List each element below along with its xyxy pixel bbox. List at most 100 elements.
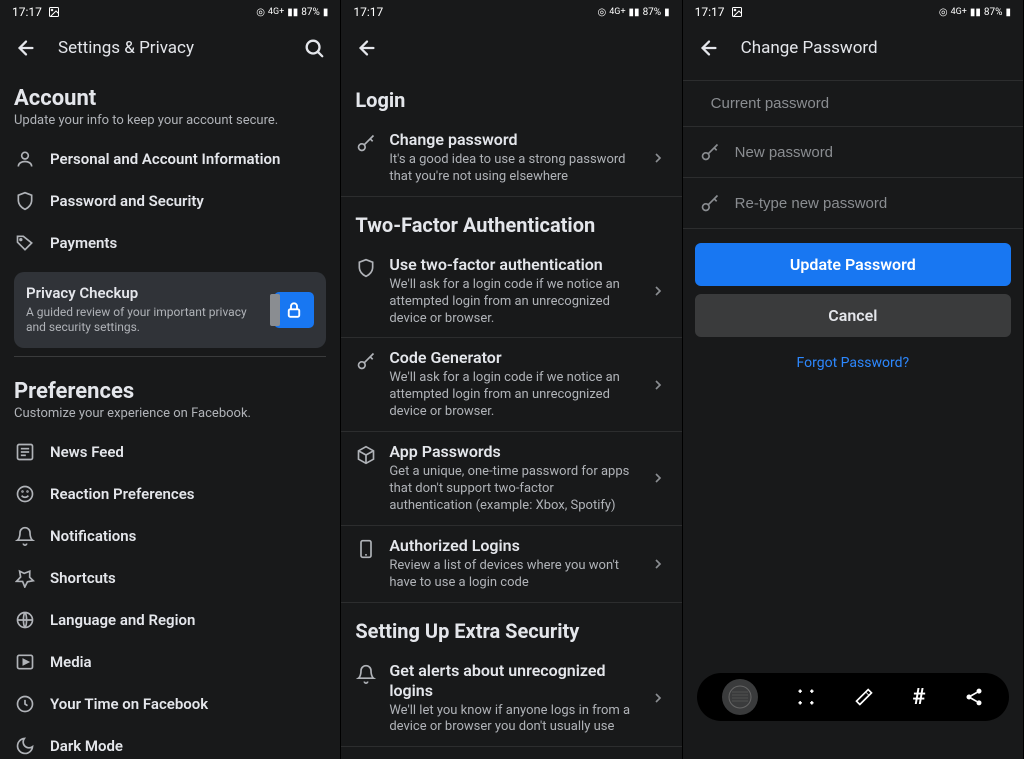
preferences-subtitle: Customize your experience on Facebook. xyxy=(14,406,326,423)
row-subtitle: It's a good idea to use a strong passwor… xyxy=(389,152,637,186)
clock-icon xyxy=(14,693,36,715)
chevron-right-icon xyxy=(650,150,668,166)
item-label: News Feed xyxy=(50,443,124,461)
item-news-feed[interactable]: News Feed xyxy=(0,431,340,473)
status-bar: 17:17 ◎ 4G+ ▮▮ 87% ▮ xyxy=(341,0,681,24)
battery-text: 87% xyxy=(984,7,1003,18)
row-choose-friends[interactable]: Choose 3 to 5 friends to contact if you … xyxy=(341,747,681,759)
item-your-time[interactable]: Your Time on Facebook xyxy=(0,683,340,725)
bell-icon xyxy=(355,663,377,685)
item-label: Password and Security xyxy=(50,192,204,210)
row-title: App Passwords xyxy=(389,442,637,462)
current-password-field[interactable] xyxy=(683,80,1023,127)
row-title: Authorized Logins xyxy=(389,536,637,556)
battery-text: 87% xyxy=(301,7,320,18)
status-bar: 17:17 ◎ 4G+ ▮▮ 87% ▮ xyxy=(683,0,1023,24)
bell-icon xyxy=(14,525,36,547)
row-title: Use two-factor authentication xyxy=(389,255,637,275)
network-type: 4G+ xyxy=(609,7,625,17)
change-password-panel: 17:17 ◎ 4G+ ▮▮ 87% ▮ Change Password Upd… xyxy=(683,0,1024,759)
key-icon xyxy=(355,350,377,372)
row-subtitle: We'll ask for a login code if we notice … xyxy=(389,370,637,421)
item-label: Shortcuts xyxy=(50,569,116,587)
chevron-right-icon xyxy=(650,377,668,393)
row-subtitle: We'll let you know if anyone logs in fro… xyxy=(389,703,637,737)
hotspot-icon: ◎ xyxy=(256,7,265,18)
battery-icon: ▮ xyxy=(323,7,329,18)
lock-illustration-icon xyxy=(274,292,314,328)
update-password-button[interactable]: Update Password xyxy=(695,243,1011,286)
key-icon xyxy=(355,132,377,154)
network-type: 4G+ xyxy=(268,7,284,17)
row-authorized-logins[interactable]: Authorized Logins Review a list of devic… xyxy=(341,526,681,603)
user-icon xyxy=(14,148,36,170)
row-use-tfa[interactable]: Use two-factor authentication We'll ask … xyxy=(341,245,681,339)
share-icon[interactable] xyxy=(964,687,984,707)
new-password-input[interactable] xyxy=(735,144,1007,161)
item-label: Personal and Account Information xyxy=(50,150,280,168)
chevron-right-icon xyxy=(650,470,668,486)
search-icon[interactable] xyxy=(302,36,326,60)
item-media[interactable]: Media xyxy=(0,641,340,683)
edit-icon[interactable] xyxy=(854,687,874,707)
media-icon xyxy=(14,651,36,673)
signal-icon: ▮▮ xyxy=(287,7,298,18)
settings-privacy-panel: 17:17 ◎ 4G+ ▮▮ 87% ▮ Settings & Privacy … xyxy=(0,0,341,759)
account-title: Account xyxy=(14,86,326,111)
new-password-field[interactable] xyxy=(683,127,1023,178)
crop-icon[interactable] xyxy=(796,687,816,707)
chevron-right-icon xyxy=(650,283,668,299)
item-shortcuts[interactable]: Shortcuts xyxy=(0,557,340,599)
forgot-password-link[interactable]: Forgot Password? xyxy=(683,345,1023,381)
back-icon[interactable] xyxy=(14,36,38,60)
back-icon[interactable] xyxy=(697,36,721,60)
feed-icon xyxy=(14,441,36,463)
current-password-input[interactable] xyxy=(711,95,1007,112)
battery-icon: ▮ xyxy=(1005,7,1011,18)
item-language-region[interactable]: Language and Region xyxy=(0,599,340,641)
row-app-passwords[interactable]: App Passwords Get a unique, one-time pas… xyxy=(341,432,681,526)
retype-password-input[interactable] xyxy=(735,195,1007,212)
status-time: 17:17 xyxy=(12,5,42,19)
tfa-section-title: Two-Factor Authentication xyxy=(341,197,681,245)
item-password-security[interactable]: Password and Security xyxy=(0,180,340,222)
item-label: Media xyxy=(50,653,92,671)
item-personal-info[interactable]: Personal and Account Information xyxy=(0,138,340,180)
security-detail-panel: 17:17 ◎ 4G+ ▮▮ 87% ▮ Login Change passwo… xyxy=(341,0,682,759)
item-dark-mode[interactable]: Dark Mode xyxy=(0,725,340,759)
status-bar: 17:17 ◎ 4G+ ▮▮ 87% ▮ xyxy=(0,0,340,24)
battery-text: 87% xyxy=(643,7,662,18)
account-section: Account Update your info to keep your ac… xyxy=(0,72,340,138)
item-label: Dark Mode xyxy=(50,737,123,755)
row-title: Code Generator xyxy=(389,348,637,368)
item-reaction-preferences[interactable]: Reaction Preferences xyxy=(0,473,340,515)
battery-icon: ▮ xyxy=(664,7,670,18)
header xyxy=(341,24,681,72)
key-icon xyxy=(699,192,721,214)
row-change-password[interactable]: Change password It's a good idea to use … xyxy=(341,120,681,197)
privacy-checkup-card[interactable]: Privacy Checkup A guided review of your … xyxy=(14,272,326,348)
chevron-right-icon xyxy=(650,690,668,706)
retype-password-field[interactable] xyxy=(683,178,1023,229)
item-label: Language and Region xyxy=(50,611,195,629)
tag-icon xyxy=(14,232,36,254)
row-subtitle: Review a list of devices where you won't… xyxy=(389,558,637,592)
preferences-title: Preferences xyxy=(14,379,326,404)
row-code-generator[interactable]: Code Generator We'll ask for a login cod… xyxy=(341,338,681,432)
row-title: Change password xyxy=(389,130,637,150)
thumbnail-icon[interactable] xyxy=(722,679,758,715)
row-subtitle: We'll ask for a login code if we notice … xyxy=(389,277,637,328)
cancel-button[interactable]: Cancel xyxy=(695,294,1011,337)
back-icon[interactable] xyxy=(355,36,379,60)
item-payments[interactable]: Payments xyxy=(0,222,340,264)
divider xyxy=(14,356,326,357)
item-notifications[interactable]: Notifications xyxy=(0,515,340,557)
hashtag-icon[interactable]: # xyxy=(913,685,926,710)
shield-icon xyxy=(14,190,36,212)
row-get-alerts[interactable]: Get alerts about unrecognized logins We'… xyxy=(341,651,681,748)
reaction-icon xyxy=(14,483,36,505)
item-label: Payments xyxy=(50,234,117,252)
extra-security-section-title: Setting Up Extra Security xyxy=(341,603,681,651)
signal-icon: ▮▮ xyxy=(629,7,640,18)
header: Change Password xyxy=(683,24,1023,72)
